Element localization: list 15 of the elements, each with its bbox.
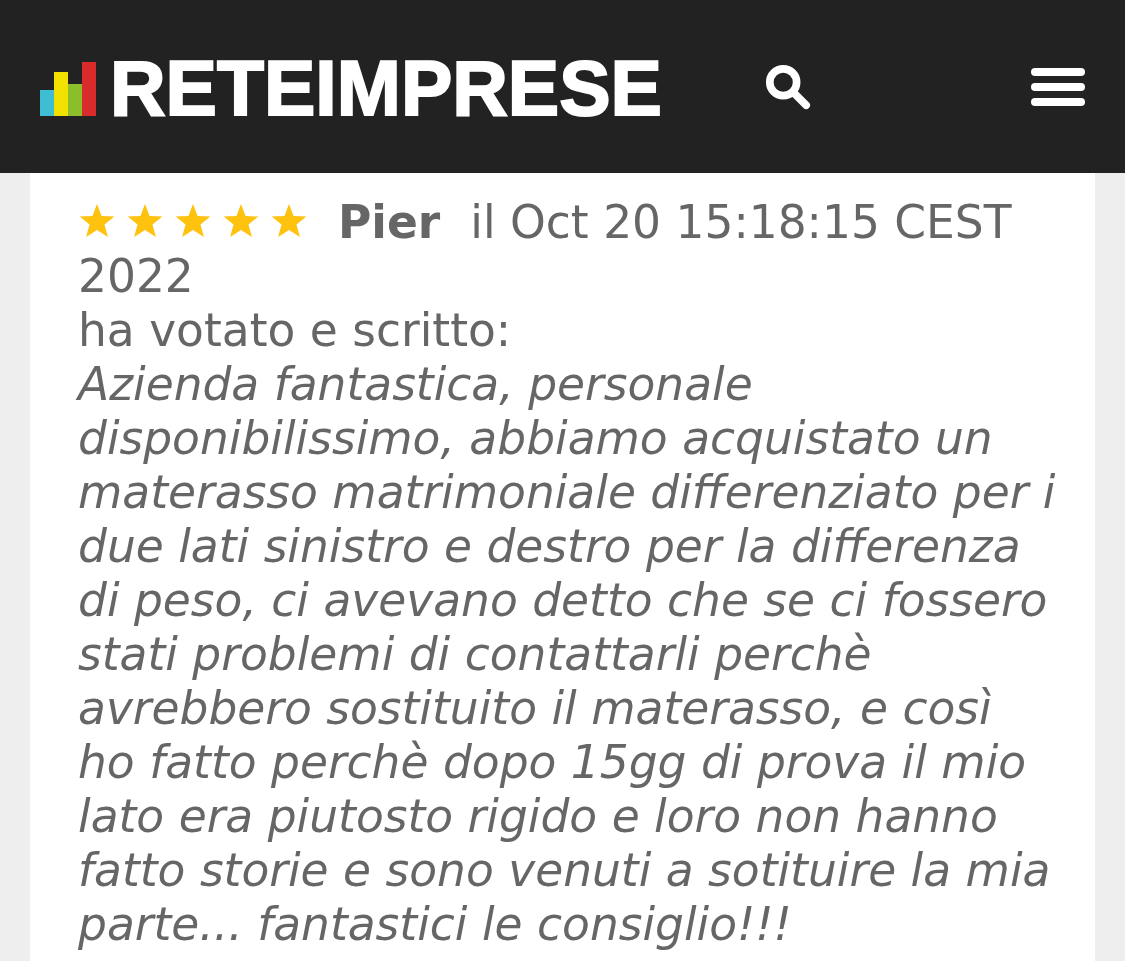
star-icon: [174, 202, 212, 240]
search-icon: [764, 63, 811, 110]
bar-chart-logo-icon: [40, 61, 96, 116]
search-button[interactable]: [764, 63, 811, 110]
star-icon: [270, 202, 308, 240]
star-icon: [222, 202, 260, 240]
review-date: il Oct 20 15:18:15 CEST: [470, 196, 1012, 250]
star-icon: [78, 202, 116, 240]
review-author: Pier: [338, 196, 441, 250]
star-icon: [126, 202, 164, 240]
review-intro: ha votato e scritto:: [78, 304, 513, 358]
review-text: Azienda fantastica, personale disponibilissimo, abbiamo acquistato un materasso matrimoniale differenziato per i due lati sinistro e destro per la differenza di peso, ci avevano detto che se ci fossero stati problemi di contattarli perchè avrebbero sostituito il materasso, e così ho fatto perchè dopo 15gg di prova il mio lato era piutosto rigido e loro non hanno fatto storie e sono venuti a sotituire la mia parte... fantastici le consiglio!!!: [78, 358, 1057, 952]
site-logo[interactable]: RETEIMPRESE: [110, 59, 662, 116]
menu-button[interactable]: [1031, 67, 1085, 106]
review-date: 2022: [78, 250, 194, 303]
